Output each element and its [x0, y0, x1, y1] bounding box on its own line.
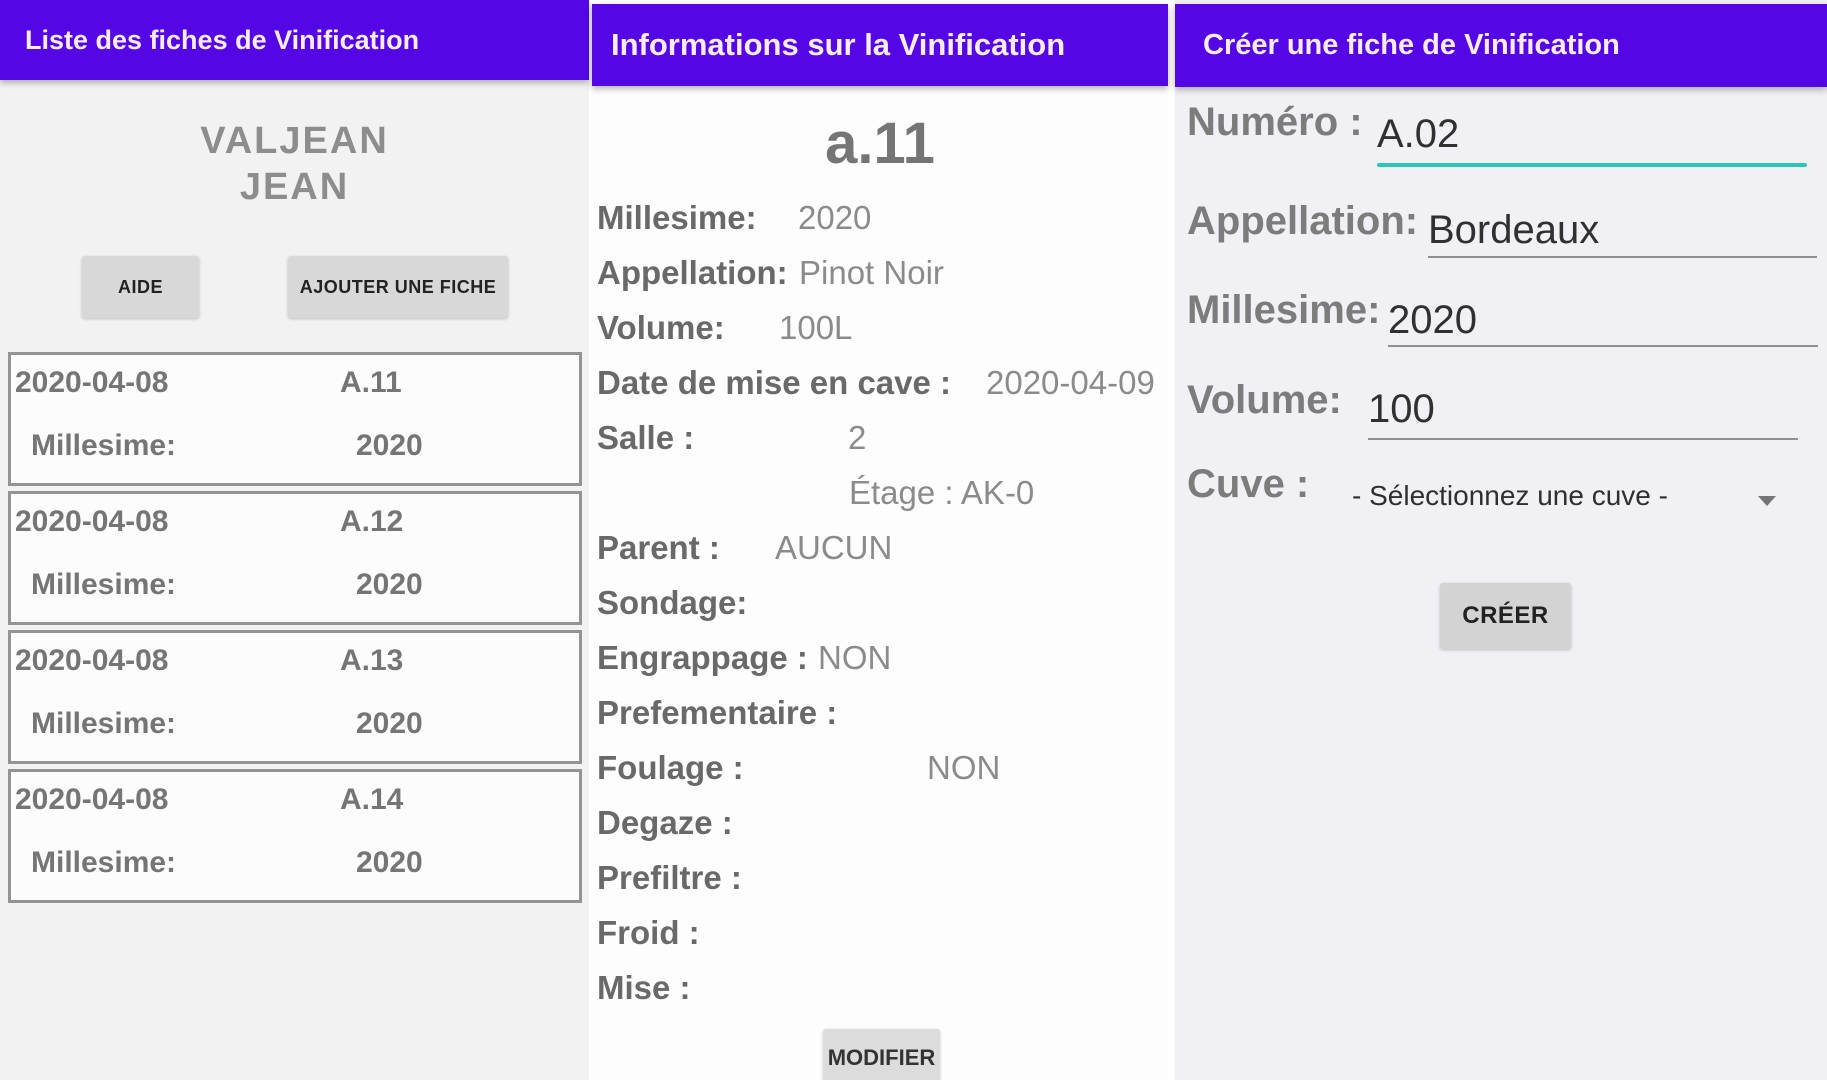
- modify-button-label: MODIFIER: [828, 1045, 936, 1071]
- fiche-id: a.11: [592, 110, 1168, 177]
- row-label: Millesime:: [597, 199, 757, 237]
- millesime-underline: [1388, 345, 1818, 347]
- item-code: A.12: [340, 505, 403, 539]
- appellation-input[interactable]: Bordeaux: [1428, 208, 1599, 253]
- item-date: 2020-04-08: [15, 366, 168, 400]
- info-row-sondage: Sondage:: [597, 575, 1163, 630]
- row-label: Sondage:: [597, 584, 747, 622]
- row-label: Engrappage :: [597, 639, 808, 677]
- item-millesime-value: 2020: [356, 707, 423, 741]
- owner-name: VALJEAN JEAN: [0, 118, 589, 210]
- create-button[interactable]: CRÉER: [1440, 583, 1571, 649]
- row-value: Pinot Noir: [799, 254, 944, 292]
- info-row-volume: Volume: 100L: [597, 300, 1163, 355]
- app-stage: Liste des fiches de Vinification VALJEAN…: [0, 0, 1827, 1080]
- owner-lastname: VALJEAN: [0, 118, 589, 164]
- millesime-input[interactable]: 2020: [1388, 298, 1477, 343]
- info-row-appellation: Appellation: Pinot Noir: [597, 245, 1163, 300]
- item-millesime-value: 2020: [356, 568, 423, 602]
- row-label: Degaze :: [597, 804, 733, 842]
- item-millesime-value: 2020: [356, 429, 423, 463]
- row-label: Prefementaire :: [597, 694, 837, 732]
- row-label: Parent :: [597, 529, 720, 567]
- numero-label: Numéro :: [1187, 100, 1363, 145]
- item-millesime-value: 2020: [356, 846, 423, 880]
- list-title: Liste des fiches de Vinification: [25, 25, 419, 56]
- info-row-date-cave: Date de mise en cave : 2020-04-09: [597, 355, 1163, 410]
- row-label: Date de mise en cave :: [597, 364, 951, 402]
- row-value: 2020-04-09: [986, 364, 1155, 402]
- row-value: NON: [927, 749, 1000, 787]
- numero-underline: [1377, 163, 1807, 167]
- appellation-label: Appellation:: [1187, 199, 1418, 244]
- info-row-etage: Étage : AK-0: [597, 465, 1163, 520]
- info-row-degaze: Degaze :: [597, 795, 1163, 850]
- panel-create: Créer une fiche de Vinification Numéro :…: [1175, 0, 1827, 1080]
- list-item[interactable]: 2020-04-08 A.12 Millesime: 2020: [8, 491, 582, 625]
- row-value: NON: [818, 639, 891, 677]
- info-row-froid: Froid :: [597, 905, 1163, 960]
- item-millesime-label: Millesime:: [31, 429, 176, 463]
- item-date: 2020-04-08: [15, 644, 168, 678]
- add-fiche-button-label: AJOUTER UNE FICHE: [300, 277, 497, 298]
- create-title: Créer une fiche de Vinification: [1203, 29, 1620, 62]
- item-code: A.14: [340, 783, 403, 817]
- row-label: Salle :: [597, 419, 694, 457]
- create-button-label: CRÉER: [1462, 602, 1549, 630]
- item-date: 2020-04-08: [15, 505, 168, 539]
- panel-info: Informations sur la Vinification a.11 Mi…: [592, 0, 1168, 1080]
- appellation-underline: [1428, 256, 1817, 258]
- cuve-select[interactable]: - Sélectionnez une cuve -: [1352, 480, 1668, 512]
- add-fiche-button[interactable]: AJOUTER UNE FICHE: [288, 256, 508, 318]
- info-header: Informations sur la Vinification: [592, 4, 1168, 86]
- list-item[interactable]: 2020-04-08 A.14 Millesime: 2020: [8, 769, 582, 903]
- info-row-parent: Parent : AUCUN: [597, 520, 1163, 575]
- create-header: Créer une fiche de Vinification: [1175, 4, 1827, 87]
- list-item[interactable]: 2020-04-08 A.11 Millesime: 2020: [8, 352, 582, 486]
- row-label: Froid :: [597, 914, 700, 952]
- info-row-prefementaire: Prefementaire :: [597, 685, 1163, 740]
- numero-input[interactable]: A.02: [1377, 112, 1459, 157]
- row-value: 100L: [779, 309, 852, 347]
- row-value: AUCUN: [775, 529, 892, 567]
- help-button-label: AIDE: [118, 277, 163, 298]
- item-date: 2020-04-08: [15, 783, 168, 817]
- help-button[interactable]: AIDE: [82, 256, 199, 318]
- row-label: Volume:: [597, 309, 725, 347]
- chevron-down-icon[interactable]: [1758, 496, 1776, 506]
- info-title: Informations sur la Vinification: [611, 27, 1065, 63]
- info-row-salle: Salle : 2: [597, 410, 1163, 465]
- item-millesime-label: Millesime:: [31, 707, 176, 741]
- row-label: Mise :: [597, 969, 691, 1007]
- info-row-engrappage: Engrappage : NON: [597, 630, 1163, 685]
- volume-label: Volume:: [1187, 378, 1342, 423]
- item-millesime-label: Millesime:: [31, 846, 176, 880]
- info-row-foulage: Foulage : NON: [597, 740, 1163, 795]
- item-code: A.13: [340, 644, 403, 678]
- owner-firstname: JEAN: [0, 164, 589, 210]
- row-label: Foulage :: [597, 749, 744, 787]
- list-item[interactable]: 2020-04-08 A.13 Millesime: 2020: [8, 630, 582, 764]
- volume-underline: [1368, 438, 1798, 440]
- panel-list: Liste des fiches de Vinification VALJEAN…: [0, 0, 589, 1080]
- row-label: Prefiltre :: [597, 859, 742, 897]
- item-code: A.11: [340, 366, 402, 400]
- info-row-millesime: Millesime: 2020: [597, 190, 1163, 245]
- info-row-mise: Mise :: [597, 960, 1163, 1015]
- millesime-label: Millesime:: [1187, 288, 1380, 333]
- list-header: Liste des fiches de Vinification: [0, 0, 589, 80]
- volume-input[interactable]: 100: [1368, 387, 1435, 432]
- row-value: 2020: [798, 199, 871, 237]
- modify-button[interactable]: MODIFIER: [823, 1029, 940, 1080]
- row-label: Appellation:: [597, 254, 788, 292]
- item-millesime-label: Millesime:: [31, 568, 176, 602]
- cuve-label: Cuve :: [1187, 462, 1309, 507]
- row-value: 2: [848, 419, 866, 457]
- info-rows: Millesime: 2020 Appellation: Pinot Noir …: [597, 190, 1163, 1015]
- row-value: Étage : AK-0: [849, 474, 1034, 512]
- info-row-prefiltre: Prefiltre :: [597, 850, 1163, 905]
